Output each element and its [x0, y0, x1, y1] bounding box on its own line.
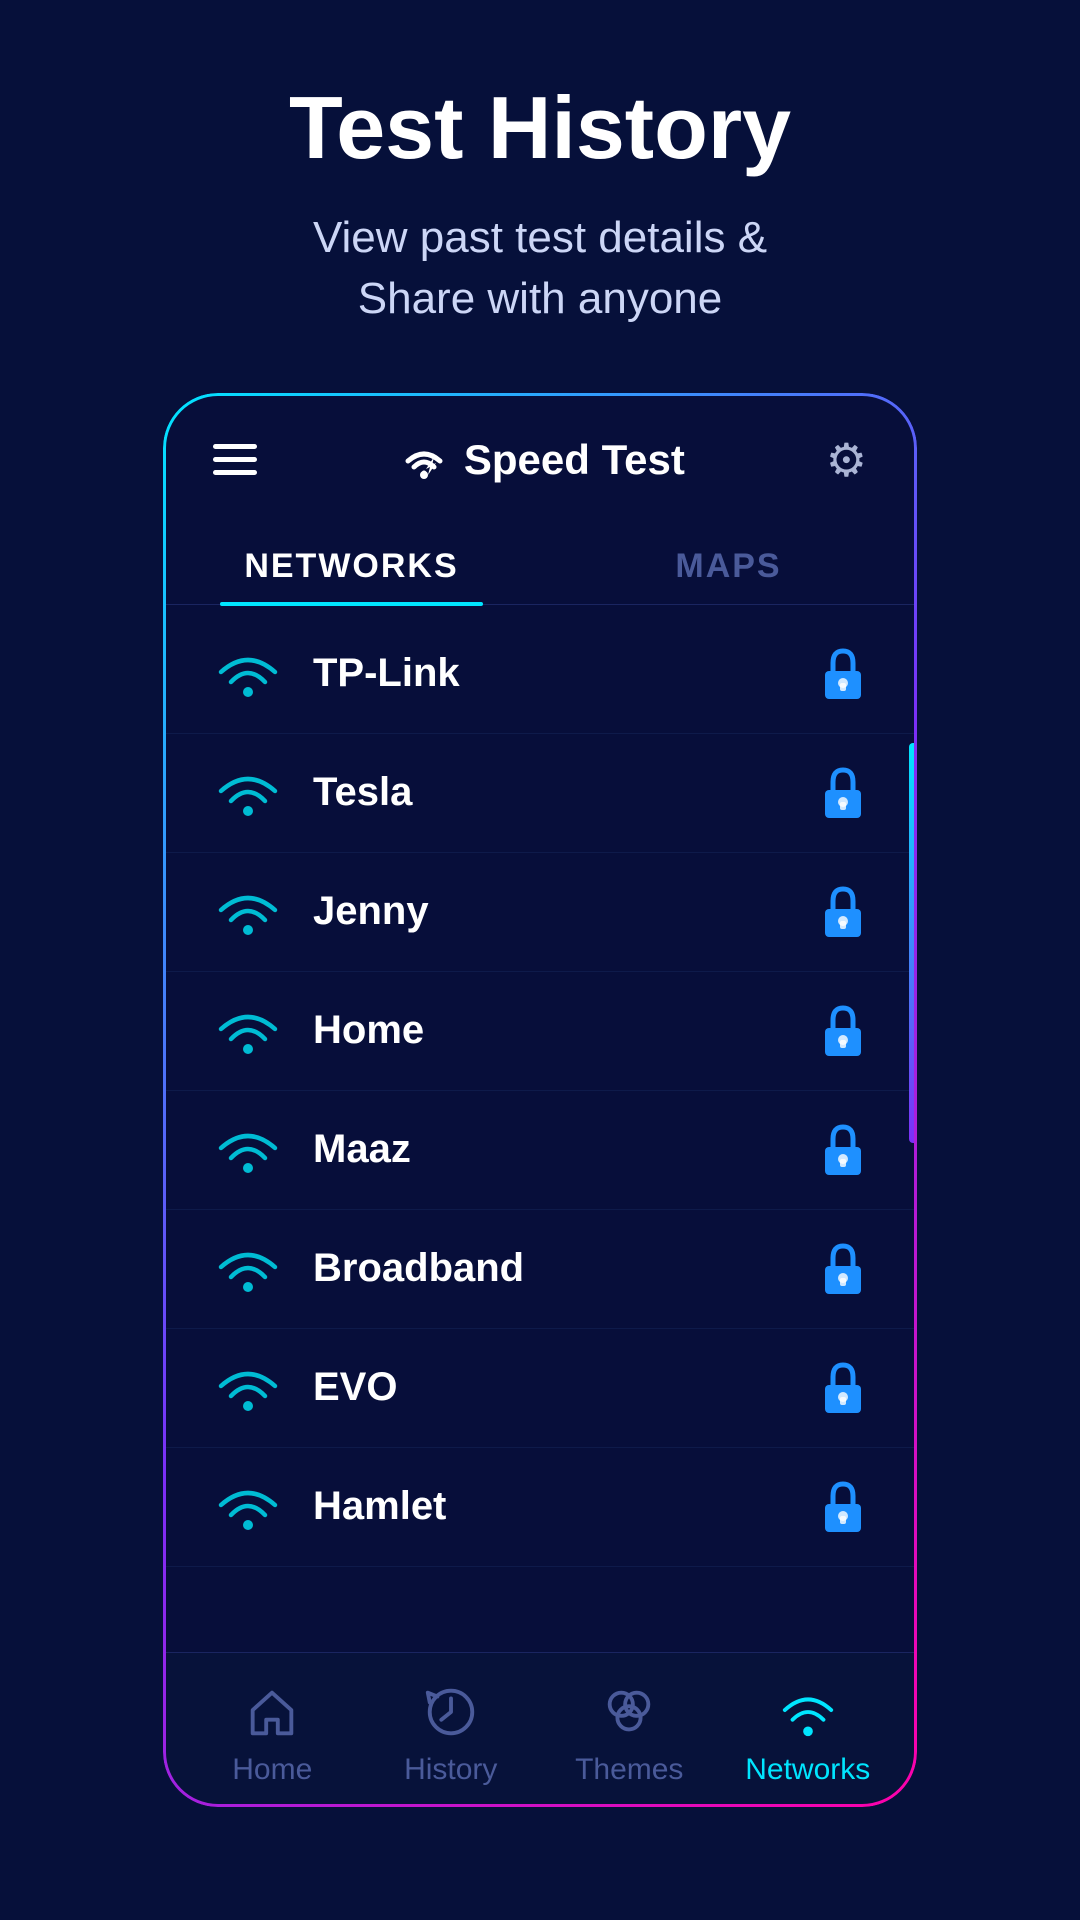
network-item[interactable]: Broadband: [163, 1210, 917, 1329]
lock-icon: [819, 1002, 867, 1060]
lock-icon: [819, 1240, 867, 1298]
network-item[interactable]: TP-Link: [163, 615, 917, 734]
nav-label-history: History: [404, 1753, 497, 1787]
page-subtitle: View past test details &Share with anyon…: [40, 207, 1040, 330]
home-icon: [243, 1683, 301, 1741]
network-name: Hamlet: [313, 1484, 819, 1529]
nav-item-home[interactable]: Home: [183, 1683, 362, 1787]
tab-networks[interactable]: NETWORKS: [163, 527, 540, 604]
network-name: TP-Link: [313, 651, 819, 696]
network-name: Broadband: [313, 1246, 819, 1291]
wifi-signal-icon: [213, 1479, 283, 1534]
network-item[interactable]: Maaz: [163, 1091, 917, 1210]
menu-button[interactable]: [213, 444, 257, 475]
wifi-signal-icon: [213, 1003, 283, 1058]
nav-item-history[interactable]: History: [362, 1683, 541, 1787]
tabs-container: NETWORKS MAPS: [163, 527, 917, 605]
app-logo-icon: [398, 437, 450, 483]
nav-label-themes: Themes: [575, 1753, 683, 1787]
app-title-text: Speed Test: [464, 436, 685, 484]
network-items-container: TP-Link Tesla: [163, 615, 917, 1567]
themes-icon: [600, 1683, 658, 1741]
nav-label-networks: Networks: [745, 1753, 870, 1787]
network-list: TP-Link Tesla: [163, 605, 917, 1652]
wifi-signal-icon: [213, 1241, 283, 1296]
tab-maps[interactable]: MAPS: [540, 527, 917, 604]
lock-icon: [819, 1121, 867, 1179]
nav-item-networks[interactable]: Networks: [719, 1683, 898, 1787]
lock-icon: [819, 1478, 867, 1536]
network-item[interactable]: EVO: [163, 1329, 917, 1448]
phone-mockup: Speed Test ⚙ NETWORKS MAPS T: [160, 390, 920, 1810]
lock-icon: [819, 764, 867, 822]
wifi-signal-icon: [213, 1360, 283, 1415]
lock-icon: [819, 645, 867, 703]
header-section: Test History View past test details &Sha…: [0, 0, 1080, 370]
wifi-signal-icon: [213, 884, 283, 939]
nav-label-home: Home: [232, 1753, 312, 1787]
network-name: Home: [313, 1008, 819, 1053]
lock-icon: [819, 883, 867, 941]
side-accent: [909, 743, 917, 1143]
network-name: Tesla: [313, 770, 819, 815]
settings-button[interactable]: ⚙: [826, 433, 867, 487]
network-item[interactable]: Hamlet: [163, 1448, 917, 1567]
history-icon: [422, 1683, 480, 1741]
wifi-signal-icon: [213, 646, 283, 701]
page-title: Test History: [40, 80, 1040, 177]
network-item[interactable]: Jenny: [163, 853, 917, 972]
wifi-signal-icon: [213, 1122, 283, 1177]
nav-item-themes[interactable]: Themes: [540, 1683, 719, 1787]
network-name: Jenny: [313, 889, 819, 934]
lock-icon: [819, 1359, 867, 1417]
network-name: EVO: [313, 1365, 819, 1410]
wifi-signal-icon: [213, 765, 283, 820]
network-item[interactable]: Home: [163, 972, 917, 1091]
app-navbar: Speed Test ⚙: [163, 393, 917, 507]
network-item[interactable]: Tesla: [163, 734, 917, 853]
networks-icon: [779, 1683, 837, 1741]
phone-inner: Speed Test ⚙ NETWORKS MAPS T: [163, 393, 917, 1807]
app-title-container: Speed Test: [398, 436, 685, 484]
bottom-nav: Home History Themes: [163, 1652, 917, 1807]
network-name: Maaz: [313, 1127, 819, 1172]
